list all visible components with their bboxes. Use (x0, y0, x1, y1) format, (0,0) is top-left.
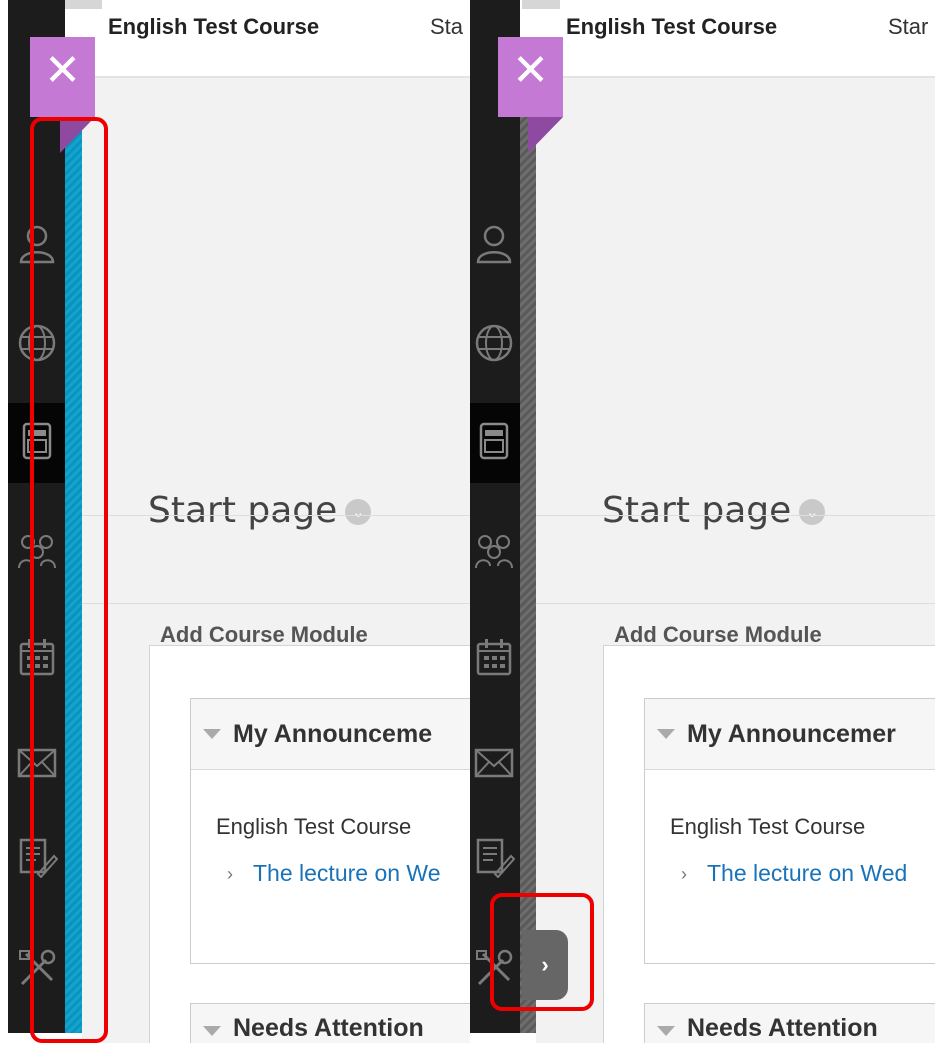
divider (536, 603, 935, 604)
announcement-link[interactable]: The lecture on We (253, 860, 441, 887)
announcement-course: English Test Course (670, 814, 866, 839)
course-header: English Test Course Sta (64, 0, 470, 78)
chevron-right-icon[interactable]: › (541, 952, 548, 977)
page-title-text: Start page (602, 490, 792, 531)
groups-icon[interactable] (16, 530, 58, 572)
course-title[interactable]: English Test Course (566, 14, 777, 40)
close-menu-button[interactable]: ✕ (498, 37, 563, 153)
course-nav-sidebar (470, 0, 520, 1033)
globe-icon[interactable] (473, 322, 515, 364)
course-nav-sidebar (8, 0, 65, 1033)
divider (82, 603, 470, 604)
globe-icon[interactable] (16, 322, 58, 364)
user-icon[interactable] (473, 222, 515, 264)
announcement-course: English Test Course (216, 814, 412, 839)
announcements-module: My Announcemer English Test Course › The… (644, 698, 935, 964)
header-stub (522, 0, 560, 9)
ribbon-fold (60, 117, 95, 153)
collapse-triangle-icon[interactable] (203, 729, 221, 739)
page-title: Start page ⌄ (602, 490, 826, 531)
needs-attention-module: Needs Attention (190, 1003, 470, 1043)
divider (536, 515, 935, 516)
groups-icon[interactable] (473, 530, 515, 572)
module-title: My Announceme (233, 720, 433, 748)
course-icon[interactable] (16, 420, 58, 462)
chevron-down-icon[interactable]: ⌄ (345, 499, 372, 525)
module-title: Needs Attention (687, 1014, 878, 1042)
collapsed-menu-strip[interactable] (520, 117, 536, 1033)
module-title: My Announcemer (687, 720, 896, 748)
page-title: Start page ⌄ (148, 490, 372, 531)
mail-icon[interactable] (473, 742, 515, 784)
ribbon-fold (528, 117, 563, 153)
announcements-module: My Announceme English Test Course › The … (190, 698, 470, 964)
close-icon[interactable]: ✕ (30, 43, 95, 99)
tab-start[interactable]: Sta (430, 14, 463, 40)
needs-attention-module: Needs Attention (644, 1003, 935, 1043)
right-screenshot-panel: Start page ⌄ Add Course Module My Announc… (470, 0, 935, 1043)
user-icon[interactable] (16, 222, 58, 264)
course-icon[interactable] (473, 420, 515, 462)
grades-icon[interactable] (473, 836, 515, 878)
module-header[interactable]: My Announceme (191, 699, 470, 770)
tab-start[interactable]: Star (888, 14, 928, 40)
divider (82, 515, 470, 516)
calendar-icon[interactable] (473, 636, 515, 678)
course-title[interactable]: English Test Course (108, 14, 319, 40)
course-header: English Test Course Star (522, 0, 935, 78)
chevron-right-icon: › (227, 864, 233, 884)
chevron-down-icon[interactable]: ⌄ (799, 499, 826, 525)
grades-icon[interactable] (16, 836, 58, 878)
tools-icon[interactable] (473, 948, 515, 990)
collapse-triangle-icon[interactable] (203, 1026, 221, 1036)
menu-toggle-strip[interactable] (65, 117, 82, 1033)
expand-menu-button[interactable]: › (522, 930, 568, 1000)
header-stub (64, 0, 102, 9)
close-icon[interactable]: ✕ (498, 43, 563, 99)
tools-icon[interactable] (16, 948, 58, 990)
announcement-link[interactable]: The lecture on Wed (707, 860, 907, 887)
module-title: Needs Attention (233, 1014, 424, 1042)
module-header[interactable]: My Announcemer (645, 699, 935, 770)
collapse-triangle-icon[interactable] (657, 1026, 675, 1036)
mail-icon[interactable] (16, 742, 58, 784)
calendar-icon[interactable] (16, 636, 58, 678)
left-screenshot-panel: Start page ⌄ Add Course Module My Announc… (0, 0, 470, 1043)
chevron-right-icon: › (681, 864, 687, 884)
page-title-text: Start page (148, 490, 338, 531)
close-menu-button[interactable]: ✕ (30, 37, 95, 153)
collapse-triangle-icon[interactable] (657, 729, 675, 739)
